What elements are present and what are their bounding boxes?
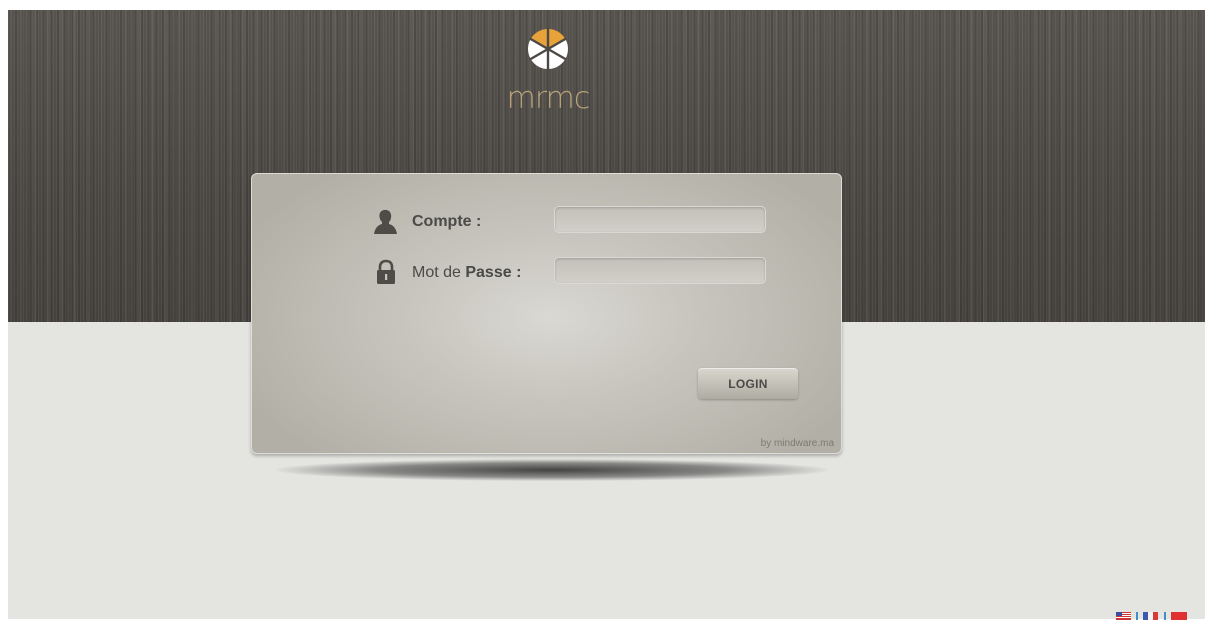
- password-label-suffix: :: [511, 264, 522, 281]
- login-panel: Compte : Mot de Passe : LOGIN by mindwar…: [251, 173, 842, 454]
- password-label-bold: Passe: [465, 264, 512, 281]
- panel-shadow: [276, 459, 828, 481]
- password-label-prefix: Mot de: [412, 264, 466, 281]
- account-input[interactable]: [554, 206, 766, 233]
- password-input[interactable]: [554, 257, 766, 284]
- brand-logo: mrmc: [498, 26, 598, 121]
- password-label: Mot de Passe :: [412, 264, 521, 282]
- login-button[interactable]: LOGIN: [698, 368, 798, 399]
- logo-text: mrmc: [506, 81, 591, 116]
- user-silhouette-icon: [374, 209, 397, 234]
- page-frame: mrmc Compte : Mot de Passe : LOGIN by mi…: [8, 10, 1205, 619]
- pinwheel-logo-icon: [528, 28, 568, 70]
- padlock-icon: [377, 259, 395, 284]
- credit-link[interactable]: by mindware.ma: [761, 438, 834, 449]
- account-label: Compte :: [412, 213, 482, 230]
